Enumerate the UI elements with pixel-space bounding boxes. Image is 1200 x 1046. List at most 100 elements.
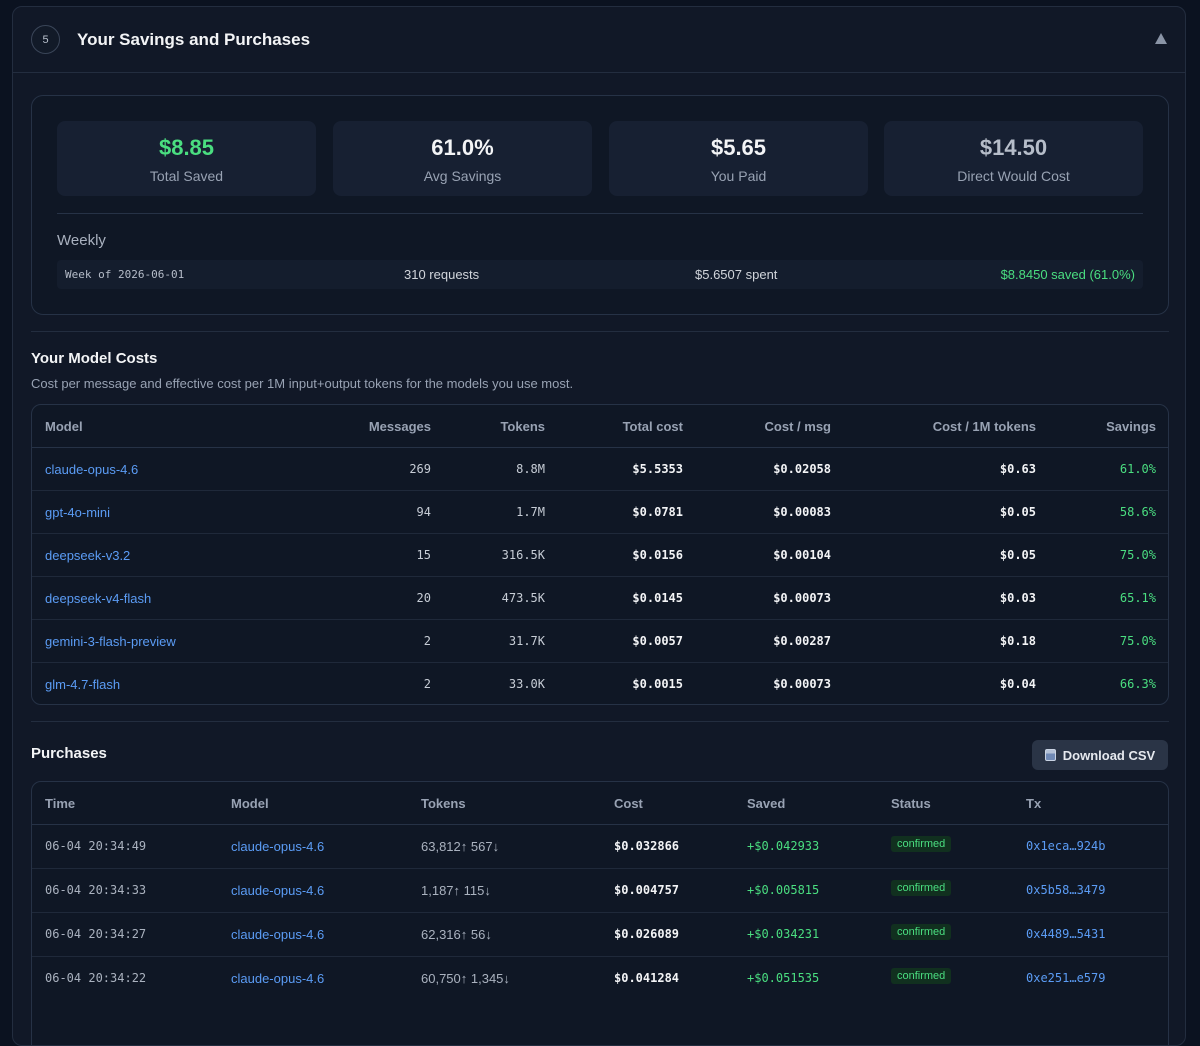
divider [57,213,1143,214]
table-row: 06-04 20:34:27 claude-opus-4.6 62,316↑ 56↓… [32,913,1168,957]
model-costs-subtitle: Cost per message and effective cost per … [31,376,574,391]
column-header: Total cost [622,419,683,434]
cost-per-1m-cell: $0.05 [999,548,1036,562]
cost-cell: $0.041284 [614,971,680,985]
panel-header[interactable]: 5 Your Savings and Purchases [13,7,1185,73]
stat-value: $5.65 [710,135,767,160]
status-badge: confirmed [891,968,952,984]
table-row: 06-04 20:34:22 claude-opus-4.6 60,750↑ 1,3… [32,957,1168,1001]
table-header: Time Model Tokens Cost Saved Status Tx [32,782,1168,825]
cost-per-msg-cell: $0.00104 [773,548,831,562]
weekly-heading: Weekly [57,232,106,249]
cost-per-1m-cell: $0.05 [999,505,1036,519]
column-header: Messages [368,419,431,434]
total-cost-cell: $0.0015 [632,677,683,691]
column-header: Tokens [500,419,545,434]
time-cell: 06-04 20:34:33 [45,883,147,897]
table-row: 06-04 20:34:49 claude-opus-4.6 63,812↑ 567… [32,825,1168,869]
tokens-cell: 316.5K [501,548,545,562]
tx-link[interactable]: 0x5b58…3479 [1026,883,1105,897]
table-row: glm-4.7-flash 2 33.0K $0.0015 $0.00073 $0.04 6… [32,663,1168,704]
tokens-cell: 1,187↑ 115↓ [421,883,491,898]
saved-cell: +$0.005815 [747,883,820,897]
column-header: Cost [614,796,643,811]
column-header: Tx [1026,796,1042,811]
model-link[interactable]: deepseek-v4-flash [45,591,151,606]
tx-link[interactable]: 0x4489…5431 [1026,927,1105,941]
savings-cell: 75.0% [1119,634,1156,648]
column-header: Cost / msg [764,419,831,434]
tokens-cell: 33.0K [508,677,545,691]
panel-title: Your Savings and Purchases [77,29,311,49]
section-divider [31,721,1169,722]
weekly-requests: 310 requests [404,267,480,282]
table-header: Model Messages Tokens Total cost Cost / … [32,405,1168,448]
cost-per-msg-cell: $0.00083 [773,505,831,519]
stat-label: Total Saved [149,168,224,184]
time-cell: 06-04 20:34:49 [45,839,147,853]
cost-per-1m-cell: $0.03 [999,591,1036,605]
tokens-cell: 62,316↑ 56↓ [421,927,492,942]
column-header: Saved [747,796,786,811]
total-cost-cell: $0.0057 [632,634,683,648]
savings-cell: 65.1% [1119,591,1156,605]
stat-you-paid: $5.65 You Paid [609,121,868,196]
model-costs-table: Model Messages Tokens Total cost Cost / … [31,404,1169,705]
model-link[interactable]: claude-opus-4.6 [231,971,324,986]
savings-cell: 66.3% [1119,677,1156,691]
download-csv-label: Download CSV [1062,747,1156,763]
stat-avg-savings: 61.0% Avg Savings [333,121,592,196]
model-link[interactable]: claude-opus-4.6 [45,462,138,477]
collapse-triangle-icon[interactable] [1155,33,1167,44]
purchases-table: Time Model Tokens Cost Saved Status Tx 0… [31,781,1169,1045]
cost-per-1m-cell: $0.04 [999,677,1036,691]
model-link[interactable]: claude-opus-4.6 [231,927,324,942]
column-header: Model [45,419,83,434]
download-csv-button[interactable]: Download CSV [1032,740,1168,770]
column-header: Time [45,796,76,811]
weekly-week: Week of 2026-06-01 [65,268,185,281]
savings-panel: 5 Your Savings and Purchases $8.85 Total… [12,6,1186,1046]
stat-label: You Paid [710,168,767,184]
tx-link[interactable]: 0xe251…e579 [1026,971,1105,985]
table-row: deepseek-v3.2 15 316.5K $0.0156 $0.00104 $0.0… [32,534,1168,577]
table-row: deepseek-v4-flash 20 473.5K $0.0145 $0.00073… [32,577,1168,620]
cost-per-msg-cell: $0.02058 [773,462,831,476]
model-link[interactable]: deepseek-v3.2 [45,548,130,563]
cost-cell: $0.032866 [614,839,680,853]
stat-value: $14.50 [979,135,1048,160]
messages-cell: 269 [409,462,431,476]
messages-cell: 94 [416,505,431,519]
column-header: Status [891,796,931,811]
column-header: Savings [1106,419,1156,434]
savings-cell: 75.0% [1119,548,1156,562]
model-link[interactable]: gpt-4o-mini [45,505,110,520]
total-cost-cell: $0.0156 [632,548,683,562]
cost-per-1m-cell: $0.18 [999,634,1036,648]
model-link[interactable]: glm-4.7-flash [45,677,120,692]
column-header: Model [231,796,269,811]
model-link[interactable]: claude-opus-4.6 [231,839,324,854]
tx-link[interactable]: 0x1eca…924b [1026,839,1105,853]
status-badge: confirmed [891,924,952,940]
column-header: Tokens [421,796,466,811]
weekly-spent: $5.6507 spent [695,267,778,282]
tokens-cell: 60,750↑ 1,345↓ [421,971,510,986]
clipboard-icon [1044,749,1056,761]
cost-per-msg-cell: $0.00287 [773,634,831,648]
cost-per-1m-cell: $0.63 [999,462,1036,476]
tokens-cell: 473.5K [501,591,545,605]
total-cost-cell: $5.5353 [632,462,683,476]
model-link[interactable]: gemini-3-flash-preview [45,634,176,649]
model-link[interactable]: claude-opus-4.6 [231,883,324,898]
savings-summary-card: $8.85 Total Saved 61.0% Avg Savings $5.6… [31,95,1169,315]
model-costs-title: Your Model Costs [31,350,158,367]
step-number-badge: 5 [31,25,60,54]
saved-cell: +$0.042933 [747,839,820,853]
total-cost-cell: $0.0145 [632,591,683,605]
table-row: claude-opus-4.6 269 8.8M $5.5353 $0.02058 $0.… [32,448,1168,491]
cost-cell: $0.026089 [614,927,680,941]
stat-direct-would-cost: $14.50 Direct Would Cost [884,121,1143,196]
time-cell: 06-04 20:34:27 [45,927,147,941]
table-row: 06-04 20:34:33 claude-opus-4.6 1,187↑ 115↓… [32,869,1168,913]
